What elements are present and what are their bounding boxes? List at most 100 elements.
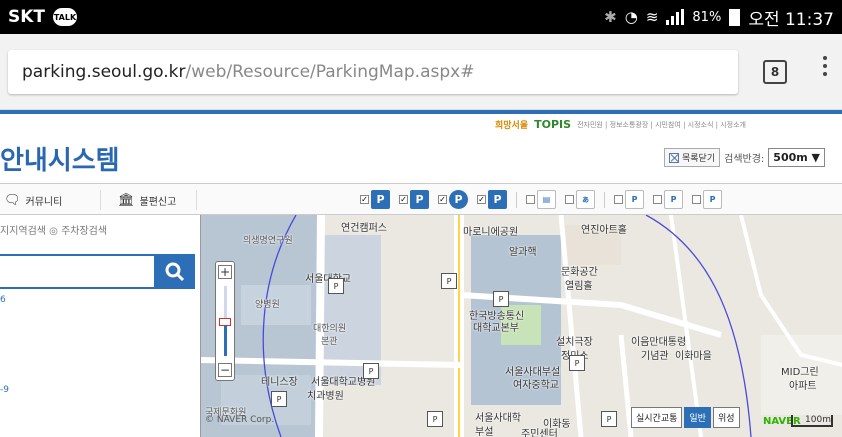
url-path: /web/Resource/ParkingMap.aspx#	[185, 62, 475, 82]
zoom-in-button[interactable]: +	[218, 265, 232, 279]
filter-divider	[604, 191, 605, 208]
search-tools: 목록닫기 검색반경: 500m ▼	[664, 148, 826, 167]
parking-marker[interactable]: P	[601, 411, 617, 427]
parking-marker[interactable]: P	[271, 391, 287, 407]
parking-circle-icon: P	[449, 190, 468, 209]
parking-marker[interactable]: P	[569, 355, 585, 371]
filter-private[interactable]: ✓ P	[399, 190, 429, 209]
checkbox[interactable]	[614, 195, 623, 204]
carrier-label: SKT	[8, 7, 46, 27]
map-label: 서울사대학	[475, 413, 521, 424]
chat-icon: 🗨	[4, 193, 21, 208]
checkbox[interactable]	[565, 195, 574, 204]
parking-public-icon: P	[371, 190, 390, 209]
parking-private-icon: P	[410, 190, 429, 209]
search-radius-label: 검색반경:	[724, 154, 765, 165]
map-scale: 100m	[791, 415, 833, 427]
parking-marker[interactable]: P	[427, 411, 443, 427]
satellite-map-button[interactable]: 위성	[712, 407, 740, 428]
map-label: 문화공간	[561, 267, 598, 278]
checkbox[interactable]: ✓	[438, 195, 447, 204]
map-label: 테니스장	[261, 377, 298, 388]
filter-public[interactable]: ✓ P	[360, 190, 390, 209]
report-tab[interactable]: 🏛 불편신고	[118, 193, 176, 208]
filter-extra-2[interactable]: P	[653, 190, 683, 209]
top-links: 희망서울 TOPIS 전자민원 | 정보소통광장 | 시민참여 | 시정소식 |…	[495, 118, 746, 131]
map-label: 열림홀	[565, 281, 593, 292]
left-panel: 지지역검색 ◎ 주차장검색 6 -9	[0, 215, 200, 437]
map-label: 이화마을	[675, 351, 712, 362]
parking-plus-icon: P	[625, 190, 644, 209]
alarm-icon: ◔	[624, 8, 638, 26]
bike-icon: ぁ	[576, 190, 595, 209]
checkbox[interactable]	[692, 195, 701, 204]
map-label: 대한의원	[313, 324, 347, 334]
search-type-radios[interactable]: 지지역검색 ◎ 주차장검색	[0, 222, 107, 237]
checkbox[interactable]	[653, 195, 662, 204]
topis-logo[interactable]: TOPIS	[534, 118, 571, 131]
nav-divider	[100, 190, 101, 210]
nav-divider	[196, 190, 197, 210]
parking-marker[interactable]: P	[363, 363, 379, 379]
map-copyright: © NAVER Corp.	[205, 415, 275, 425]
filter-extra-1[interactable]: P	[614, 190, 644, 209]
map-type-buttons: 실시간교통 일반 위성	[631, 407, 740, 428]
filter-onstreet[interactable]: ✓ P	[438, 190, 468, 209]
checkbox[interactable]: ✓	[360, 195, 369, 204]
zoom-level-fill	[224, 322, 227, 356]
map-label: 본관	[321, 337, 338, 347]
report-label: 불편신고	[139, 197, 177, 208]
search-button[interactable]	[155, 254, 195, 289]
parking-marker[interactable]: P	[441, 273, 457, 289]
search-input[interactable]	[0, 254, 156, 289]
map-label: 아파트	[789, 381, 817, 392]
map-label: MID그린	[781, 367, 819, 378]
checkbox[interactable]	[526, 195, 535, 204]
tab-switcher-button[interactable]: 8	[763, 60, 787, 84]
parking-marker[interactable]: P	[328, 278, 344, 294]
filter-bike[interactable]: ぁ	[565, 190, 595, 209]
parking-filters: ✓ P ✓ P ✓ P ✓ P ▤ ぁ P P P	[360, 190, 722, 209]
clock: 오전 11:37	[748, 9, 834, 30]
search-icon	[165, 262, 185, 281]
community-label: 커뮤니티	[25, 197, 63, 208]
search-radius-select[interactable]: 500m ▼	[768, 148, 826, 167]
filter-extra-3[interactable]: P	[692, 190, 722, 209]
map-label: 이음만대통령	[631, 337, 687, 348]
filter-divider	[516, 191, 517, 208]
map-label: 의생명연구원	[243, 236, 293, 246]
url-domain: parking.seoul.go.kr	[22, 62, 186, 82]
page-title: 안내시스템	[0, 146, 120, 176]
status-bar: SKT TALK ✱ ◔ ≋ 81% 오전 11:37	[0, 0, 842, 34]
wifi-icon: ≋	[645, 8, 659, 26]
zoom-out-button[interactable]: −	[218, 363, 232, 377]
battery-percent: 81%	[692, 9, 722, 25]
top-links-text[interactable]: 전자민원 | 정보소통광장 | 시민참여 | 시정소식 | 시정소개	[577, 120, 746, 130]
seoul-logo[interactable]: 희망서울	[495, 118, 528, 131]
zoom-handle[interactable]	[219, 318, 231, 326]
map-label: 마로니에공원	[463, 227, 519, 238]
community-tab[interactable]: 🗨 커뮤니티	[4, 193, 62, 208]
bluetooth-icon: ✱	[604, 8, 617, 26]
map-label: 주민센터	[521, 429, 558, 437]
overflow-menu-icon[interactable]	[820, 56, 830, 76]
checkbox[interactable]: ✓	[477, 195, 486, 204]
normal-map-button[interactable]: 일반	[684, 407, 711, 428]
parking-now-icon: P	[664, 190, 683, 209]
parking-marker[interactable]: P	[493, 291, 509, 307]
address-bar[interactable]: parking.seoul.go.kr/web/Resource/Parking…	[8, 50, 738, 94]
filter-mechanical[interactable]: ✓ P	[477, 190, 507, 209]
parking-mechanical-icon: P	[488, 190, 507, 209]
battery-icon	[729, 8, 741, 26]
zoom-control: + −	[215, 261, 235, 381]
realtime-traffic-button[interactable]: 실시간교통	[631, 407, 683, 428]
list-close-button[interactable]: 목록닫기	[664, 148, 721, 167]
map-label: 기념관	[641, 351, 669, 362]
filter-bus[interactable]: ▤	[526, 190, 556, 209]
header-divider	[0, 110, 842, 114]
checkbox[interactable]: ✓	[399, 195, 408, 204]
map-label: 연진아트홀	[581, 225, 627, 236]
map-view[interactable]: 의생명연구원 연건캠퍼스 마로니에공원 연진아트홀 알과핵 서울대학교 문화공간…	[200, 215, 842, 437]
bus-icon: ▤	[537, 190, 556, 209]
list-number: 6	[0, 295, 6, 305]
